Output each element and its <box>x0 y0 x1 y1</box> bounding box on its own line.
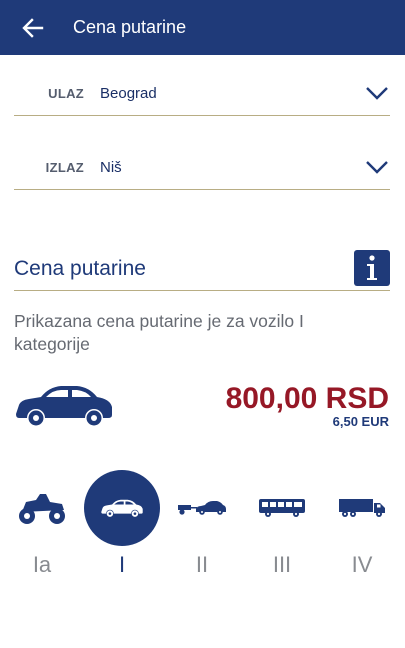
price-eur: 6,50 EUR <box>332 414 389 429</box>
info-icon <box>367 255 377 280</box>
app-bar: Cena putarine <box>0 0 405 55</box>
chevron-down-icon[interactable] <box>364 154 390 180</box>
category-label: III <box>272 552 292 577</box>
selected-indicator <box>84 470 160 546</box>
category-i[interactable]: I <box>82 470 162 590</box>
chevron-down-icon[interactable] <box>364 80 390 106</box>
category-label: II <box>195 552 209 577</box>
back-button[interactable] <box>18 13 48 43</box>
category-label: Ia <box>32 552 52 577</box>
category-iii[interactable]: III <box>242 470 322 590</box>
car-with-trailer-icon <box>178 501 226 515</box>
category-ii[interactable]: II <box>162 470 242 590</box>
price-description: Prikazana cena putarine je za vozilo I k… <box>14 311 304 354</box>
page-title: Cena putarine <box>73 17 187 37</box>
section-divider <box>14 290 390 291</box>
exit-select[interactable]: IZLAZ Niš <box>14 150 390 190</box>
bus-icon <box>259 499 305 517</box>
truck-icon <box>339 499 385 517</box>
car-icon <box>16 386 112 426</box>
exit-label: IZLAZ <box>45 160 84 175</box>
category-label: IV <box>351 552 373 577</box>
quad-bike-icon <box>19 494 65 524</box>
category-label: I <box>118 552 126 577</box>
arrow-left-icon <box>22 18 44 38</box>
exit-value: Niš <box>100 159 122 176</box>
info-button[interactable] <box>354 250 390 286</box>
price-rsd: 800,00 RSD <box>225 382 389 415</box>
entry-value: Beograd <box>100 85 157 102</box>
toll-section-title: Cena putarine <box>14 257 146 280</box>
category-ia[interactable]: Ia <box>2 470 82 590</box>
entry-label: ULAZ <box>48 86 84 101</box>
category-iv[interactable]: IV <box>322 470 402 590</box>
entry-select[interactable]: ULAZ Beograd <box>14 76 390 116</box>
car-icon <box>101 499 143 517</box>
